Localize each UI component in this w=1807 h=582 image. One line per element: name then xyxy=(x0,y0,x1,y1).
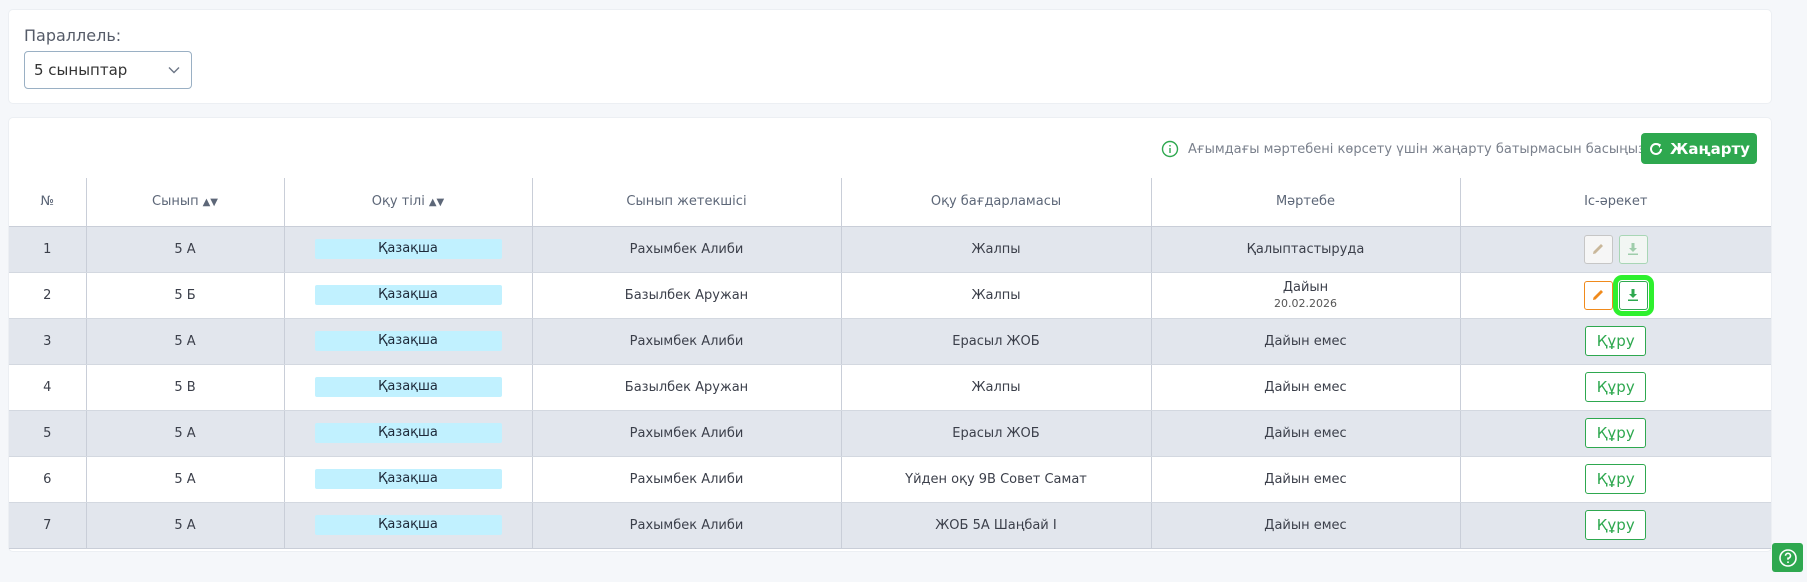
create-button[interactable]: Құру xyxy=(1585,418,1647,448)
table-row: 3 5 А Қазақша Рахымбек Алиби Ерасыл ЖОБ … xyxy=(9,318,1771,365)
row-class: 5 А xyxy=(86,318,285,365)
table-header-row: № Сынып ▲▼ Оқу тілі ▲▼ Сынып жетекшісі Оқу… xyxy=(9,178,1771,227)
language-badge: Қазақша xyxy=(314,239,502,259)
row-status: Дайын 20.02.2026 xyxy=(1151,272,1461,319)
row-class: 5 А xyxy=(86,226,285,273)
row-number: 4 xyxy=(9,364,87,411)
info-icon xyxy=(1161,140,1179,158)
language-badge: Қазақша xyxy=(314,469,502,489)
refresh-button[interactable]: Жаңарту xyxy=(1641,133,1757,164)
row-teacher: Рахымбек Алиби xyxy=(532,318,842,365)
row-class: 5 А xyxy=(86,410,285,457)
create-button[interactable]: Құру xyxy=(1585,372,1647,402)
sort-icon[interactable]: ▲▼ xyxy=(429,197,444,208)
table-row: 6 5 А Қазақша Рахымбек Алиби Үйден оқу 9… xyxy=(9,456,1771,503)
help-button[interactable] xyxy=(1772,543,1803,572)
download-icon xyxy=(1628,243,1639,255)
header-status: Мәртебе xyxy=(1151,178,1461,227)
row-program: Үйден оқу 9В Совет Самат xyxy=(841,456,1152,503)
parallel-select[interactable]: 5 сыныптар xyxy=(24,51,192,89)
row-teacher: Базылбек Аружан xyxy=(532,364,842,411)
classes-table: № Сынып ▲▼ Оқу тілі ▲▼ Сынып жетекшісі Оқу… xyxy=(9,178,1771,549)
edit-button[interactable] xyxy=(1583,280,1613,310)
row-number: 2 xyxy=(9,272,87,319)
header-teacher: Сынып жетекшісі xyxy=(532,178,842,227)
refresh-icon xyxy=(1650,142,1663,155)
pencil-icon xyxy=(1593,290,1604,300)
row-status: Дайын емес xyxy=(1151,410,1461,457)
header-number: № xyxy=(9,178,87,227)
pencil-icon xyxy=(1593,244,1604,254)
language-badge: Қазақша xyxy=(314,423,502,443)
table-row: 2 5 Б Қазақша Базылбек Аружан Жалпы Дайы… xyxy=(9,272,1771,319)
parallel-select-value: 5 сыныптар xyxy=(34,61,128,79)
row-status: Қалыптастыруда xyxy=(1151,226,1461,273)
download-button[interactable] xyxy=(1618,234,1648,264)
header-language[interactable]: Оқу тілі ▲▼ xyxy=(284,178,533,227)
row-number: 3 xyxy=(9,318,87,365)
download-icon xyxy=(1628,289,1639,301)
table-row: 1 5 А Қазақша Рахымбек Алиби Жалпы Қалып… xyxy=(9,226,1771,273)
row-status: Дайын емес xyxy=(1151,502,1461,549)
row-number: 1 xyxy=(9,226,87,273)
status-text: Дайын xyxy=(1282,280,1329,295)
header-class[interactable]: Сынып ▲▼ xyxy=(86,178,285,227)
row-teacher: Рахымбек Алиби xyxy=(532,226,842,273)
filter-card: Параллель: 5 сыныптар xyxy=(9,10,1771,103)
row-number: 7 xyxy=(9,502,87,549)
language-badge: Қазақша xyxy=(314,285,502,305)
download-button[interactable] xyxy=(1612,274,1654,316)
row-program: Ерасыл ЖОБ xyxy=(841,410,1152,457)
row-status: Дайын емес xyxy=(1151,318,1461,365)
row-teacher: Базылбек Аружан xyxy=(532,272,842,319)
row-program: Ерасыл ЖОБ xyxy=(841,318,1152,365)
table-row: 4 5 В Қазақша Базылбек Аружан Жалпы Дайы… xyxy=(9,364,1771,411)
language-badge: Қазақша xyxy=(314,331,502,351)
table-row: 7 5 А Қазақша Рахымбек Алиби ЖОБ 5А Шаңб… xyxy=(9,502,1771,549)
row-program: Жалпы xyxy=(841,272,1152,319)
row-class: 5 В xyxy=(86,364,285,411)
table-row: 5 5 А Қазақша Рахымбек Алиби Ерасыл ЖОБ … xyxy=(9,410,1771,457)
header-program: Оқу бағдарламасы xyxy=(841,178,1152,227)
create-button[interactable]: Құру xyxy=(1585,510,1647,540)
row-class: 5 А xyxy=(86,456,285,503)
row-teacher: Рахымбек Алиби xyxy=(532,456,842,503)
row-class: 5 А xyxy=(86,502,285,549)
row-teacher: Рахымбек Алиби xyxy=(532,410,842,457)
row-teacher: Рахымбек Алиби xyxy=(532,502,842,549)
row-status: Дайын емес xyxy=(1151,456,1461,503)
refresh-hint: Ағымдағы мәртебені көрсету үшін жаңарту … xyxy=(1161,140,1645,158)
header-action: Іс-әрекет xyxy=(1460,178,1771,227)
refresh-hint-text: Ағымдағы мәртебені көрсету үшін жаңарту … xyxy=(1188,141,1645,157)
row-status: Дайын емес xyxy=(1151,364,1461,411)
create-button[interactable]: Құру xyxy=(1585,326,1647,356)
status-date: 20.02.2026 xyxy=(1274,297,1337,310)
row-program: Жалпы xyxy=(841,226,1152,273)
table-card: Ағымдағы мәртебені көрсету үшін жаңарту … xyxy=(9,118,1771,551)
row-number: 5 xyxy=(9,410,87,457)
help-icon xyxy=(1778,548,1797,567)
row-program: ЖОБ 5А Шаңбай І xyxy=(841,502,1152,549)
language-badge: Қазақша xyxy=(314,377,502,397)
refresh-button-label: Жаңарту xyxy=(1670,139,1750,158)
row-number: 6 xyxy=(9,456,87,503)
chevron-down-icon xyxy=(168,67,180,74)
create-button[interactable]: Құру xyxy=(1585,464,1647,494)
row-program: Жалпы xyxy=(841,364,1152,411)
parallel-label: Параллель: xyxy=(24,26,122,45)
language-badge: Қазақша xyxy=(314,515,502,535)
edit-button[interactable] xyxy=(1583,234,1613,264)
row-class: 5 Б xyxy=(86,272,285,319)
sort-icon[interactable]: ▲▼ xyxy=(203,197,218,208)
